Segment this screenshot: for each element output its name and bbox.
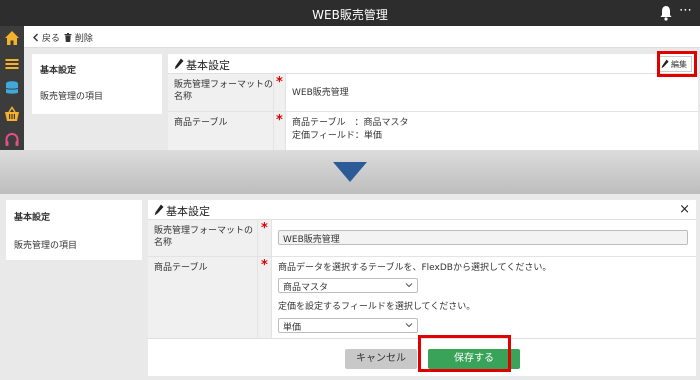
transition-band [0,150,700,194]
name-value: WEB販売管理 [292,88,349,98]
panel-header: 基本設定 × [148,200,696,220]
back-button[interactable]: 戻る [32,31,60,44]
view-content: 基本設定 販売管理の項目 基本設定 編集 販売管理フォーマットの名称 * WEB… [24,48,700,150]
table-select[interactable]: 商品マスタ [278,278,418,293]
table-help-text: 商品データを選択するテーブルを、FlexDBから選択してください。 [278,263,552,273]
nav-item-basic-settings[interactable]: 基本設定 [14,210,50,223]
name-input[interactable]: WEB販売管理 [278,230,688,245]
required-mark: * [276,113,283,128]
basket-icon[interactable] [4,106,20,122]
required-mark: * [261,258,268,273]
save-button-highlight [418,335,511,372]
edit-button-highlight [657,51,697,77]
home-icon[interactable] [4,30,20,46]
product-table-label: 商品テーブル [168,112,274,150]
name-label: 販売管理フォーマットの名称 [168,74,274,111]
price-field-value: 定価フィールド：単価 [292,131,382,141]
chevron-down-icon [405,283,413,288]
close-icon[interactable]: × [679,202,690,217]
trash-icon [64,33,72,42]
pencil-icon [154,204,164,216]
basic-settings-view-panel: 基本設定 編集 販売管理フォーマットの名称 * WEB販売管理 商品テーブル *… [168,54,698,150]
product-table-row: 商品テーブル * 商品テーブル ：商品マスタ 定価フィールド：単価 [168,112,698,150]
required-mark: * [261,221,268,236]
headset-icon[interactable] [4,132,20,148]
view-mode-screen: WEB販売管理 ⋯ 戻る 削除 基本設定 販売管理の項目 基本設定 編集 販売管… [0,0,700,150]
back-label: 戻る [41,34,60,44]
delete-button[interactable]: 削除 [64,31,93,44]
panel-header: 基本設定 編集 [168,54,698,74]
title-bar: WEB販売管理 ⋯ [0,0,700,26]
field-select[interactable]: 単価 [278,318,418,333]
panel-title: 基本設定 [166,205,210,218]
required-cell: * [258,220,272,256]
arrow-down-icon [333,162,367,182]
field-help-text: 定価を設定するフィールドを選択してください。 [278,302,476,312]
cancel-button[interactable]: キャンセル [345,349,417,369]
bell-icon[interactable] [659,5,673,21]
product-table-row: 商品テーブル * 商品データを選択するテーブルを、FlexDBから選択してくださ… [148,257,696,339]
settings-nav: 基本設定 販売管理の項目 [6,200,142,260]
name-row: 販売管理フォーマットの名称 * WEB販売管理 [148,220,696,257]
chevron-left-icon [33,33,38,42]
product-table-value: 商品テーブル ：商品マスタ [292,118,409,128]
field-select-value: 単価 [283,323,302,333]
edit-mode-screen: 基本設定 販売管理の項目 基本設定 × 販売管理フォーマットの名称 * WEB販… [0,194,700,380]
toolbar: 戻る 削除 [24,26,700,48]
table-select-value: 商品マスタ [283,283,329,293]
product-table-label: 商品テーブル [148,257,258,339]
delete-label: 削除 [74,34,93,44]
left-nav [0,26,24,150]
nav-item-sales-fields[interactable]: 販売管理の項目 [40,89,103,102]
nav-item-sales-fields[interactable]: 販売管理の項目 [14,238,77,251]
database-icon[interactable] [4,80,20,96]
panel-title: 基本設定 [186,59,230,72]
chevron-down-icon [405,323,413,328]
app-title: WEB販売管理 [312,8,388,22]
name-row: 販売管理フォーマットの名称 * WEB販売管理 [168,74,698,112]
pencil-icon [174,58,184,70]
required-mark: * [276,75,283,90]
nav-item-basic-settings[interactable]: 基本設定 [40,63,76,76]
more-menu-icon[interactable]: ⋯ [679,3,692,18]
required-cell: * [274,74,286,111]
menu-icon[interactable] [4,56,20,72]
required-cell: * [258,257,272,339]
name-label: 販売管理フォーマットの名称 [148,220,258,256]
required-cell: * [274,112,286,150]
settings-nav: 基本設定 販売管理の項目 [32,54,162,114]
